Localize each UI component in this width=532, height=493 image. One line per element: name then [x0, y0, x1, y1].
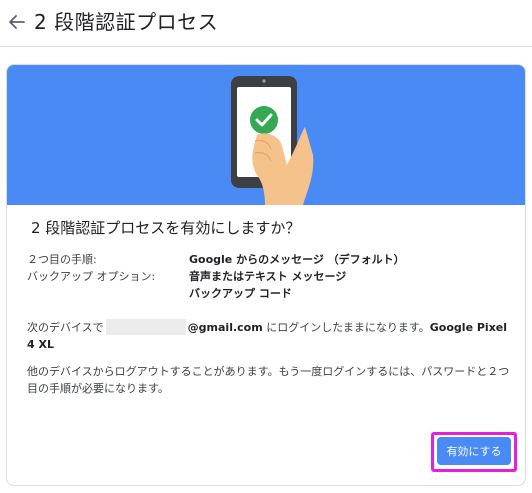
backup-option-voice-text: 音声またはテキスト メッセージ — [189, 270, 347, 283]
second-step-label: ２つ目の手順: — [27, 253, 97, 266]
device-notice: 次のデバイスで @gmail.com にログインしたままになります。Google … — [27, 319, 511, 353]
device-notice-prefix: 次のデバイスで — [27, 321, 104, 334]
enable-2sv-card: 2 段階認証プロセスを有効にしますか？ ２つ目の手順: Google からのメッ… — [6, 64, 526, 486]
redacted-email — [105, 319, 186, 335]
second-step-value: Google からのメッセージ （デフォルト） — [189, 253, 405, 266]
backup-option-codes: バックアップ コード — [189, 287, 292, 300]
page-title: 2 段階認証プロセス — [34, 10, 219, 34]
backup-options-label: バックアップ オプション: — [27, 270, 156, 283]
device-notice-middle: にログインしたままになります。 — [262, 321, 430, 334]
logout-notice: 他のデバイスからログアウトすることがあります。もう一度ログインするには、パスワー… — [27, 365, 510, 395]
email-suffix: @gmail.com — [187, 321, 263, 334]
enable-button[interactable]: 有効にする — [437, 437, 511, 465]
phone-check-icon — [231, 76, 314, 205]
arrow-back-icon[interactable] — [8, 12, 26, 32]
banner — [7, 65, 525, 205]
page-header: 2 段階認証プロセス — [0, 0, 532, 47]
dialog-title: 2 段階認証プロセスを有効にしますか？ — [31, 219, 301, 237]
